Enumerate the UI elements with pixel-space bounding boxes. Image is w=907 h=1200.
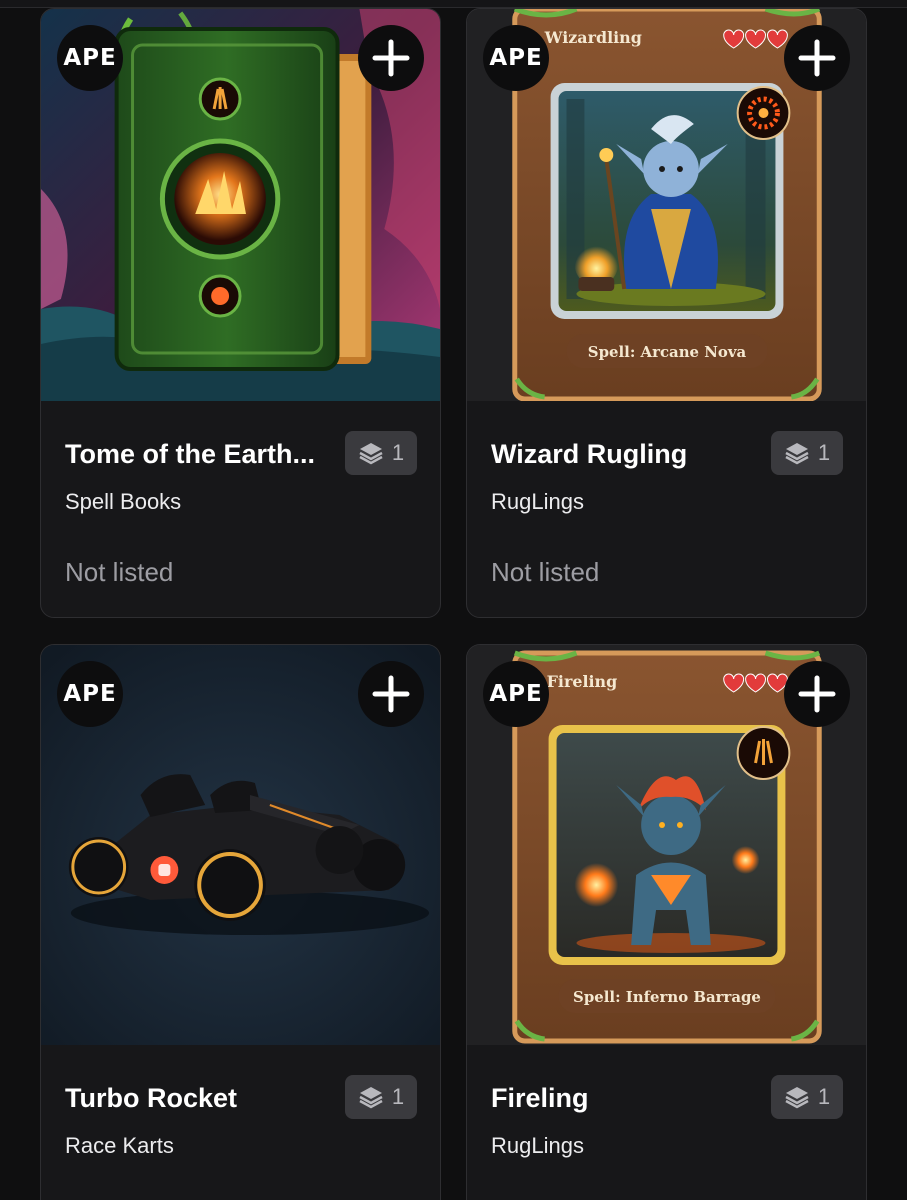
- card-name-text: Wizardling: [544, 28, 642, 47]
- collection-name[interactable]: Race Karts: [65, 1133, 174, 1159]
- plus-icon: [372, 675, 410, 713]
- hearts-indicator: [723, 673, 788, 693]
- top-bar: [0, 0, 907, 8]
- nft-card-turbo-rocket[interactable]: APE Turbo Rocket 1 Race Karts: [40, 644, 441, 1200]
- quantity-badge: 1: [345, 431, 417, 475]
- quantity-value: 1: [817, 1084, 831, 1109]
- layers-stack-icon: [359, 1087, 383, 1109]
- ape-chain-badge: APE: [57, 661, 123, 727]
- quantity-value: 1: [817, 440, 831, 465]
- ape-chain-badge: APE: [483, 25, 549, 91]
- quantity-badge: 1: [771, 431, 843, 475]
- nft-image[interactable]: Spell: Arcane Nova Wizardling APE: [467, 9, 866, 401]
- spell-name-text: Spell: Arcane Nova: [588, 343, 747, 361]
- plus-icon: [372, 39, 410, 77]
- nft-card-tome[interactable]: APE Tome of the Earth... 1 Spell Books N…: [40, 8, 441, 618]
- nft-card-fireling[interactable]: Spell: Inferno Barrage Fireling APE Fire…: [466, 644, 867, 1200]
- add-to-cart-button[interactable]: [358, 25, 424, 91]
- card-name-text: Fireling: [547, 672, 618, 691]
- layers-stack-icon: [785, 443, 809, 465]
- quantity-badge: 1: [345, 1075, 417, 1119]
- nft-image[interactable]: Spell: Inferno Barrage Fireling APE: [467, 645, 866, 1045]
- plus-icon: [798, 675, 836, 713]
- nft-name[interactable]: Wizard Rugling: [491, 439, 687, 470]
- collection-name[interactable]: Spell Books: [65, 489, 181, 515]
- add-to-cart-button[interactable]: [784, 661, 850, 727]
- quantity-value: 1: [391, 440, 405, 465]
- hearts-indicator: [723, 29, 788, 49]
- listing-status: Not listed: [491, 557, 600, 587]
- collection-name[interactable]: RugLings: [491, 1133, 584, 1159]
- nft-image[interactable]: APE: [41, 9, 440, 401]
- quantity-badge: 1: [771, 1075, 843, 1119]
- layers-stack-icon: [359, 443, 383, 465]
- nft-name[interactable]: Turbo Rocket: [65, 1083, 237, 1114]
- ape-chain-badge: APE: [483, 661, 549, 727]
- collection-name[interactable]: RugLings: [491, 489, 584, 515]
- nft-image[interactable]: APE: [41, 645, 440, 1045]
- listing-status: Not listed: [65, 557, 174, 587]
- spell-name-text: Spell: Inferno Barrage: [573, 988, 761, 1006]
- layers-stack-icon: [785, 1087, 809, 1109]
- plus-icon: [798, 39, 836, 77]
- quantity-value: 1: [391, 1084, 405, 1109]
- add-to-cart-button[interactable]: [784, 25, 850, 91]
- nft-name[interactable]: Fireling: [491, 1083, 589, 1114]
- add-to-cart-button[interactable]: [358, 661, 424, 727]
- ape-chain-badge: APE: [57, 25, 123, 91]
- nft-card-wizard-rugling[interactable]: Spell: Arcane Nova Wizardling APE Wizard…: [466, 8, 867, 618]
- nft-name[interactable]: Tome of the Earth...: [65, 439, 315, 470]
